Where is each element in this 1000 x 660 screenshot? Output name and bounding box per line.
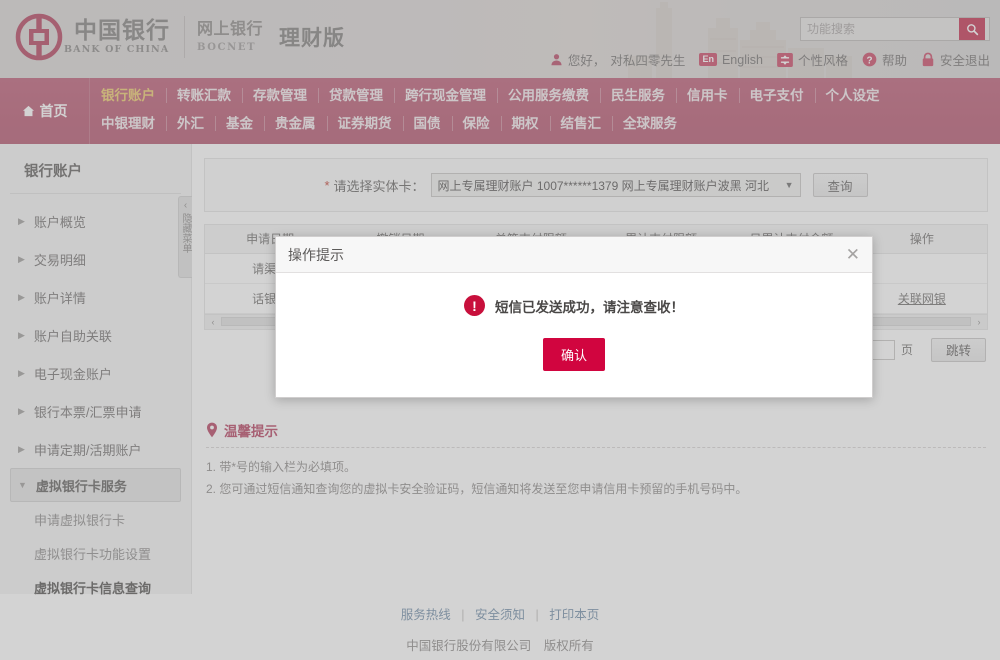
close-icon[interactable]: ✕ <box>846 246 860 263</box>
warning-icon: ! <box>464 295 485 316</box>
confirm-button[interactable]: 确认 <box>542 338 605 371</box>
modal-title: 操作提示 <box>288 246 344 263</box>
modal-message-row: ! 短信已发送成功，请注意查收！ <box>276 295 872 316</box>
page-root: 中国银行 BANK OF CHINA 网上银行 BOCNET 理财版 功能搜索 … <box>0 0 1000 660</box>
modal-header: 操作提示 ✕ <box>276 237 872 273</box>
operation-prompt-dialog: 操作提示 ✕ ! 短信已发送成功，请注意查收！ 确认 <box>275 236 873 398</box>
modal-body: ! 短信已发送成功，请注意查收！ 确认 <box>276 273 872 371</box>
modal-message: 短信已发送成功，请注意查收！ <box>495 299 684 315</box>
